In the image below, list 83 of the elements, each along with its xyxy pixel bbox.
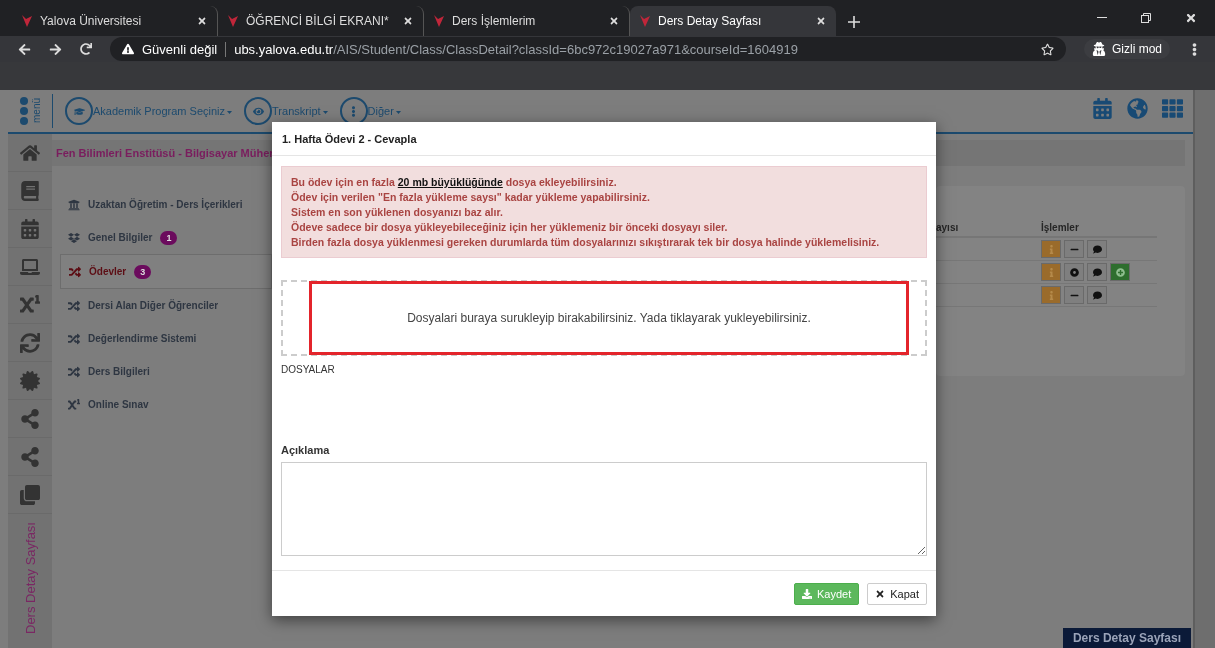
share-icon[interactable] (20, 446, 40, 467)
warning-icon (122, 43, 134, 55)
boxes-icon (68, 231, 80, 244)
notice-text: Bu ödev için en fazla 20 mb büyüklüğünde dosya ekleyebilirsiniz. (291, 175, 618, 189)
copy-icon[interactable] (20, 484, 40, 505)
favicon-icon (228, 15, 238, 27)
minus-button[interactable] (1064, 240, 1084, 258)
shuffle-icon (69, 265, 81, 278)
add-icon (1115, 267, 1125, 277)
caret-icon (395, 110, 401, 114)
breadcrumb: Fen Bilimleri Enstitüsü - Bilgisayar Müher (56, 147, 274, 159)
info-button[interactable] (1041, 286, 1061, 304)
shuffle-icon (68, 332, 80, 345)
notice-text: Ödev için verilen "En fazla yükleme saysı" kadar yükleme yapabilirsiniz. (291, 190, 651, 204)
caret-icon (322, 110, 328, 114)
calendar-icon[interactable] (20, 218, 40, 239)
new-tab-icon[interactable] (848, 16, 860, 28)
incognito-badge[interactable]: Gizli mod (1084, 39, 1170, 59)
comment-button[interactable] (1087, 240, 1107, 258)
side-title: Ders Detay Sayfası (22, 522, 38, 634)
modal-title: 1. Hafta Ödevi 2 - Cevapla (282, 132, 417, 145)
download-icon (802, 588, 812, 599)
dots-icon (18, 96, 29, 126)
add-button[interactable] (1110, 263, 1130, 281)
scrollbar[interactable] (1193, 90, 1215, 648)
close-icon[interactable] (609, 16, 619, 26)
superscript-icon (68, 398, 80, 411)
share-icon[interactable] (20, 408, 40, 429)
comment-icon (1092, 290, 1102, 300)
description-label: Açıklama (281, 444, 331, 456)
refresh-icon[interactable] (20, 332, 40, 353)
column-header: ayısı (936, 222, 960, 233)
caret-icon (227, 110, 233, 114)
home-icon[interactable] (20, 142, 40, 163)
minimize-icon[interactable] (1097, 17, 1107, 19)
target-icon (1069, 267, 1079, 277)
star-icon[interactable] (1041, 42, 1054, 56)
favicon-icon (640, 15, 650, 27)
info-button[interactable] (1041, 240, 1061, 258)
drop-zone[interactable]: Dosyalari buraya surukleyip birakabilirsiniz. Yada tiklayarak yukleyebilirsiniz. (281, 280, 927, 356)
comment-icon (1092, 244, 1102, 254)
notice-text: Sistem en son yüklenen dosyanızı baz alır. (291, 205, 504, 219)
close-icon (875, 588, 886, 599)
page-title-tag: Ders Detay Sayfası (1062, 628, 1191, 648)
favicon-icon (434, 15, 444, 27)
shuffle-icon (68, 299, 80, 312)
forward-icon[interactable] (49, 42, 62, 56)
comment-icon (1092, 267, 1102, 277)
eye-icon (252, 105, 264, 117)
close-icon[interactable] (816, 16, 826, 26)
book-icon[interactable] (20, 180, 40, 201)
shuffle-icon (68, 365, 80, 378)
security-label[interactable]: Güvenli değil (142, 41, 227, 57)
close-icon[interactable] (403, 16, 413, 26)
reload-icon[interactable] (80, 43, 92, 55)
count-badge: 1 (160, 230, 178, 245)
superscript-icon[interactable] (20, 294, 40, 315)
laptop-icon[interactable] (20, 256, 40, 277)
column-header: İşlemler (1041, 222, 1079, 233)
menu-item[interactable]: Genel Bilgiler 1 (60, 221, 272, 254)
close-icon[interactable] (1185, 12, 1197, 24)
back-icon[interactable] (18, 42, 31, 56)
drop-zone-text: Dosyalari buraya surukleyip birakabilirsiniz. Yada tiklayarak yukleyebilirsiniz. (407, 311, 811, 325)
comment-button[interactable] (1087, 286, 1107, 304)
count-badge: 3 (134, 264, 152, 279)
minus-button[interactable] (1064, 286, 1084, 304)
url-text: ubs.yalova.edu.tr/AIS/Student/Class/ClassDetail?classId=6bc972c19027a971&courseId=1604919 (234, 41, 798, 57)
badge-icon[interactable] (20, 370, 40, 391)
restore-icon[interactable] (1141, 13, 1151, 23)
notice-text: Ödeve sadece bir dosya yükleyebileceğiniz için her yüklemeniz bir önceki dosyayı siler. (291, 220, 729, 234)
notice-text: Birden fazla dosya yüklenmesi gereken durumlarda tüm dosyalarınızı sıkıştırarak tek bir dosya halinde yüklemelisiniz. (291, 235, 881, 249)
bank-icon (68, 198, 80, 211)
close-button[interactable]: Kapat (867, 582, 927, 605)
menu-item[interactable]: Ödevler 3 (60, 254, 272, 289)
address-bar[interactable]: Güvenli değil ubs.yalova.edu.tr/AIS/Student/Class/ClassDetail?classId=6bc972c19027a971&courseId=1604919 (110, 37, 1066, 61)
browser-tab[interactable]: Ders Detay Sayfası (630, 6, 836, 36)
description-field[interactable] (281, 462, 927, 556)
favicon-icon (22, 15, 32, 27)
comment-button[interactable] (1087, 263, 1107, 281)
target-button[interactable] (1064, 263, 1084, 281)
files-label: DOSYALAR (281, 364, 336, 377)
close-icon[interactable] (197, 16, 207, 26)
graduation-cap-icon (73, 105, 85, 117)
